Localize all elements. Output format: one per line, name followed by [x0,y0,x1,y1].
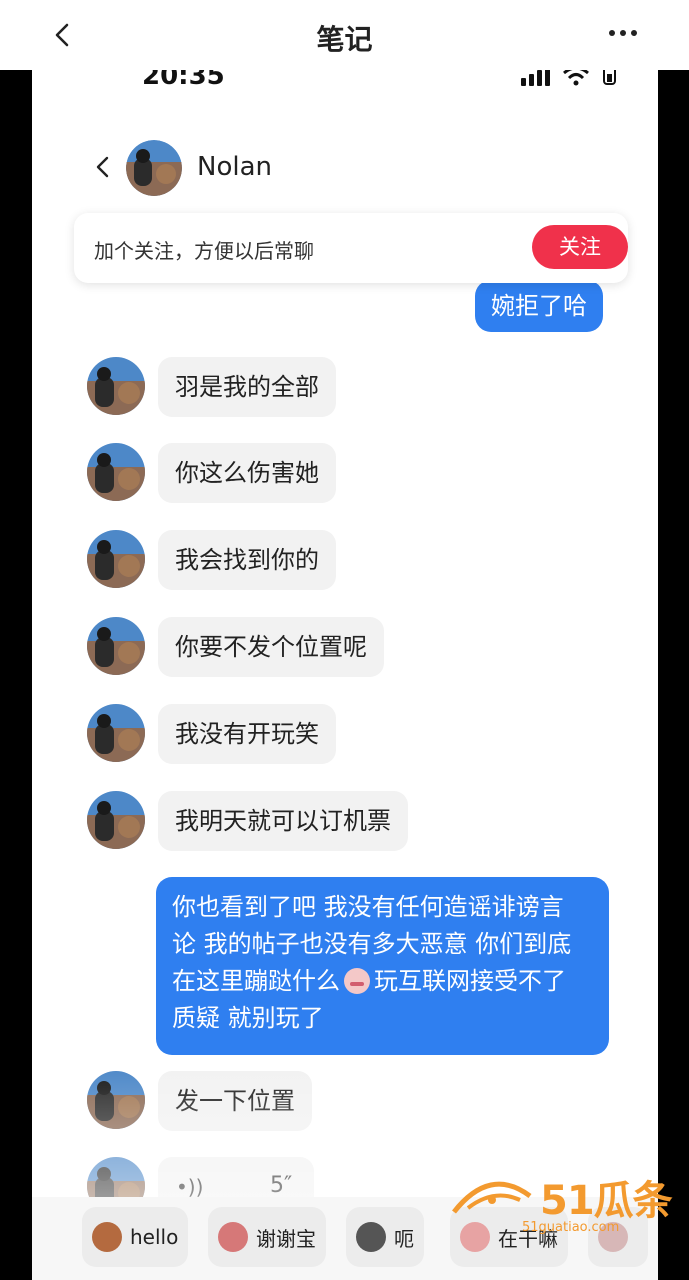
follow-prompt-card: 加个关注，方便以后常聊 关注 [74,213,628,283]
message-in: 我没有开玩笑 [158,704,336,764]
page-title: 笔记 [316,23,373,56]
status-icons [521,70,618,86]
message-line: 你也看到了吧 我没有任何造谣诽谤言 [172,893,564,921]
message-in: 发一下位置 [158,1071,312,1131]
quick-reply-uh[interactable]: 呃 [346,1207,424,1267]
app-window: 笔记 20:35 Nolan 婉拒了哈 加个关注，方便以后常聊 关注 羽是我的全… [0,0,689,1280]
message-in: 羽是我的全部 [158,357,336,417]
chat-screenshot: 20:35 Nolan 婉拒了哈 加个关注，方便以后常聊 关注 羽是我的全部 你… [32,70,658,1280]
message-in: 我明天就可以订机票 [158,791,408,851]
letterbox-left [0,70,32,1280]
message-in: 你要不发个位置呢 [158,617,384,677]
message-in: 我会找到你的 [158,530,336,590]
message-segment: 玩互联网接受不了 [374,967,566,995]
avatar[interactable] [87,617,145,675]
voice-wave-icon: •)) [176,1175,204,1199]
voice-duration: 5″ [270,1173,293,1198]
cat-emoji-icon [356,1222,386,1252]
pleading-emoji-icon [344,968,370,994]
watermark: 51瓜条 51guatiao.com [450,1168,673,1240]
avatar[interactable] [87,704,145,762]
app-nav-bar: 笔记 [0,0,689,71]
monkey-emoji-icon [92,1222,122,1252]
message-line: 质疑 就别玩了 [172,1004,324,1032]
follow-prompt-text: 加个关注，方便以后常聊 [94,239,314,263]
message-in: 你这么伤害她 [158,443,336,503]
quick-reply-label: 谢谢宝 [256,1226,316,1251]
more-horizontal-icon[interactable] [609,30,637,36]
avatar[interactable] [126,140,182,196]
avatar[interactable] [87,443,145,501]
flower-emoji-icon [218,1222,248,1252]
quick-reply-label: hello [130,1225,179,1249]
wifi-icon [563,70,589,86]
message-line: 论 我的帖子也没有多大恶意 你们到底 [172,930,572,958]
quick-reply-label: 呃 [394,1226,414,1251]
avatar[interactable] [87,1071,145,1129]
message-segment: 在这里蹦跶什么 [172,967,340,995]
watermark-url: 51guatiao.com [522,1220,620,1235]
watermark-logo-icon [452,1181,532,1214]
chat-back-icon[interactable] [92,156,114,178]
status-time: 20:35 [142,70,225,91]
avatar[interactable] [87,791,145,849]
contact-name: Nolan [197,152,272,182]
message-out: 你也看到了吧 我没有任何造谣诽谤言 论 我的帖子也没有多大恶意 你们到底 在这里… [156,877,609,1055]
message-out: 婉拒了哈 [475,280,603,332]
quick-reply-thanks[interactable]: 谢谢宝 [208,1207,326,1267]
letterbox-right [658,70,689,1280]
signal-icon [521,70,550,86]
message-line: 在这里蹦跶什么 玩互联网接受不了 [172,963,593,1000]
avatar[interactable] [87,357,145,415]
follow-button[interactable]: 关注 [532,225,628,269]
avatar[interactable] [87,530,145,588]
watermark-text: 51瓜条 [540,1178,673,1224]
quick-reply-hello[interactable]: hello [82,1207,189,1267]
battery-icon [603,70,616,85]
